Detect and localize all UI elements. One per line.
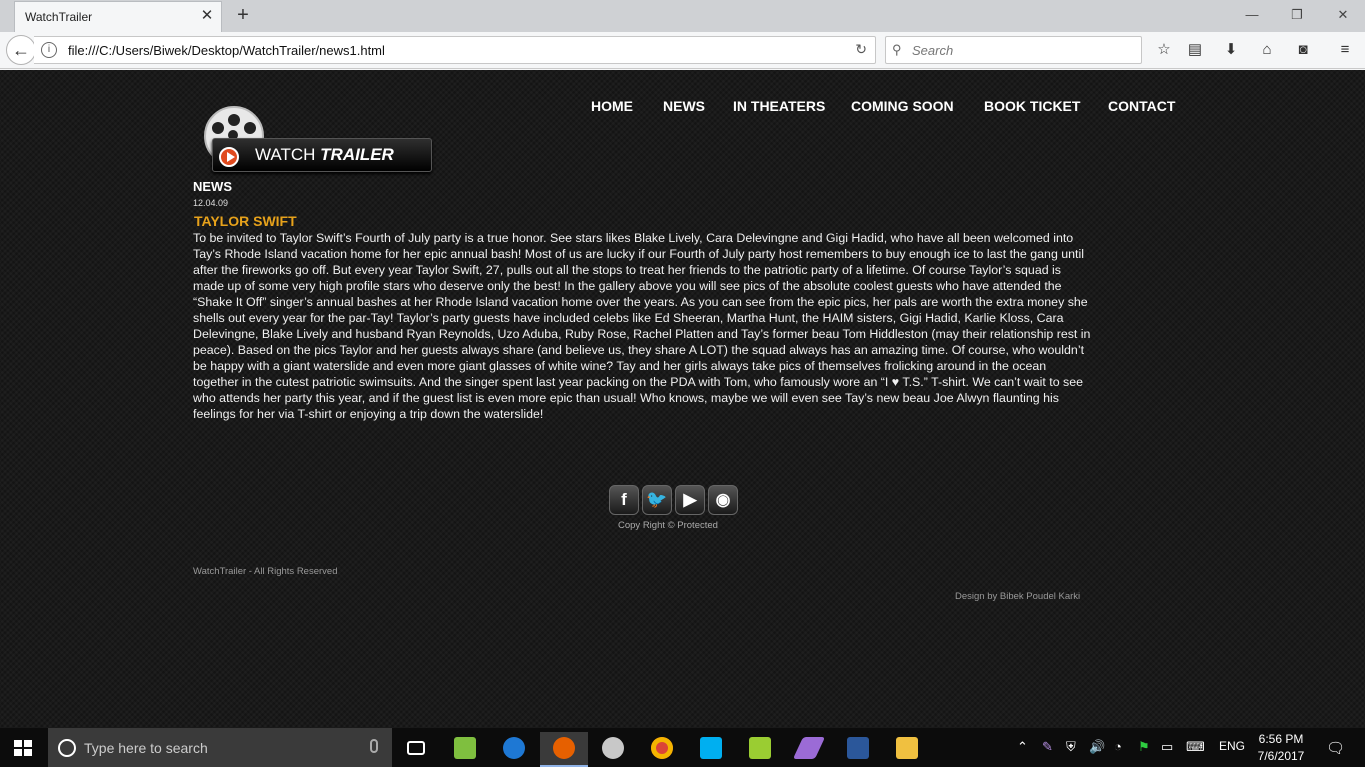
battery-icon[interactable]: ▭ [1161,739,1173,755]
url-text: file:///C:/Users/Biwek/Desktop/WatchTrai… [68,43,385,58]
search-icon: ⚲ [892,42,902,57]
menu-item-in-theaters[interactable]: IN THEATERS [733,98,825,114]
tab-strip: WatchTrailer ✕ + — ❐ ✕ [0,0,1365,32]
microphone-icon[interactable] [370,739,378,753]
bookmark-star-icon[interactable]: ☆ [1153,39,1175,61]
network-icon[interactable]: ◔ [1114,739,1122,754]
search-input[interactable]: ⚲ Search [885,36,1142,64]
camtasia-icon[interactable] [736,732,784,767]
search-placeholder: Search [912,43,954,58]
language-indicator[interactable]: ENG [1219,739,1245,753]
rights-reserved-text: WatchTrailer - All Rights Reserved [193,566,338,577]
file-explorer-icon[interactable] [883,732,931,767]
system-clock[interactable]: 6:56 PM 7/6/2017 [1253,731,1309,765]
menu-icon[interactable]: ≡ [1334,39,1356,61]
social-links: f 🐦 ▶ ◉ [609,485,739,517]
facebook-icon[interactable]: f [609,485,639,515]
news-headline: TAYLOR SWIFT [194,213,297,229]
close-window-button[interactable]: ✕ [1323,2,1363,28]
volume-icon[interactable]: 🔊 [1089,739,1105,755]
reader-list-icon[interactable]: ▤ [1184,39,1206,61]
flag-icon[interactable]: ⚑ [1138,739,1150,755]
windows-start-icon[interactable] [14,740,32,756]
copyright-text: Copy Right © Protected [618,520,718,531]
clock-date: 7/6/2017 [1257,749,1305,763]
tab-close-icon[interactable]: ✕ [199,7,215,25]
keyboard-icon[interactable]: ⌨ [1186,739,1205,755]
menu-item-coming-soon[interactable]: COMING SOON [851,98,954,114]
taskbar-search-placeholder: Type here to search [84,740,208,756]
task-view-icon[interactable] [392,732,440,767]
skype-icon[interactable] [687,732,735,767]
pocket-icon[interactable]: ◙ [1292,39,1314,61]
edge-browser-icon[interactable] [490,732,538,767]
feather-tray-icon[interactable]: ✎ [1042,739,1053,755]
chrome-icon[interactable] [638,732,686,767]
site-logo[interactable]: WATCH TRAILER [204,106,434,174]
designer-credit: Design by Bibek Poudel Karki [955,591,1081,602]
taskbar-search-input[interactable]: Type here to search [48,728,392,767]
tab-title: WatchTrailer [25,10,93,24]
taskbar: Type here to search ⌃ ✎ ⛨ 🔊 ◔ ⚑ ▭ ⌨ ENG … [0,728,1365,767]
play-icon [219,147,239,167]
new-tab-button[interactable]: + [232,4,254,26]
minimize-button[interactable]: — [1232,2,1272,28]
feather-app-icon[interactable] [785,732,833,767]
notepad-plus-icon[interactable] [441,732,489,767]
info-icon[interactable]: i [41,42,57,58]
home-icon[interactable]: ⌂ [1256,39,1278,61]
menu-item-book-ticket[interactable]: BOOK TICKET [984,98,1080,114]
menu-item-news[interactable]: NEWS [663,98,705,114]
menu-item-home[interactable]: HOME [591,98,633,114]
browser-chrome: WatchTrailer ✕ + — ❐ ✕ ← i file:///C:/Us… [0,0,1365,70]
instagram-icon[interactable]: ◉ [708,485,738,515]
cortana-icon [58,739,76,757]
navigation-bar: ← i file:///C:/Users/Biwek/Desktop/Watch… [0,32,1365,69]
firefox-icon[interactable] [540,732,588,767]
back-button[interactable]: ← [6,35,36,65]
menu-item-contact[interactable]: CONTACT [1108,98,1175,114]
clock-time: 6:56 PM [1258,732,1304,746]
notification-center-icon[interactable]: 🗨 [1326,739,1345,757]
news-body: To be invited to Taylor Swift’s Fourth o… [193,231,1091,421]
download-icon[interactable]: ⬇ [1220,39,1242,61]
logo-banner: WATCH TRAILER [212,138,432,172]
section-title: NEWS [193,179,232,194]
shield-icon[interactable]: ⛨ [1066,739,1076,755]
twitter-icon[interactable]: 🐦 [642,485,672,515]
web-page: WATCH TRAILER HOME NEWS IN THEATERS COMI… [0,70,1365,728]
browser-tab[interactable]: WatchTrailer ✕ [14,1,222,32]
reload-icon[interactable]: ↻ [855,41,867,58]
chevron-up-icon[interactable]: ⌃ [1017,739,1028,755]
url-bar[interactable]: i file:///C:/Users/Biwek/Desktop/WatchTr… [34,36,876,64]
word-icon[interactable] [834,732,882,767]
logo-text: WATCH TRAILER [255,145,394,164]
restore-button[interactable]: ❐ [1277,2,1317,28]
youtube-icon[interactable]: ▶ [675,485,705,515]
news-date: 12.04.09 [193,198,229,208]
paint-app-icon[interactable] [589,732,637,767]
